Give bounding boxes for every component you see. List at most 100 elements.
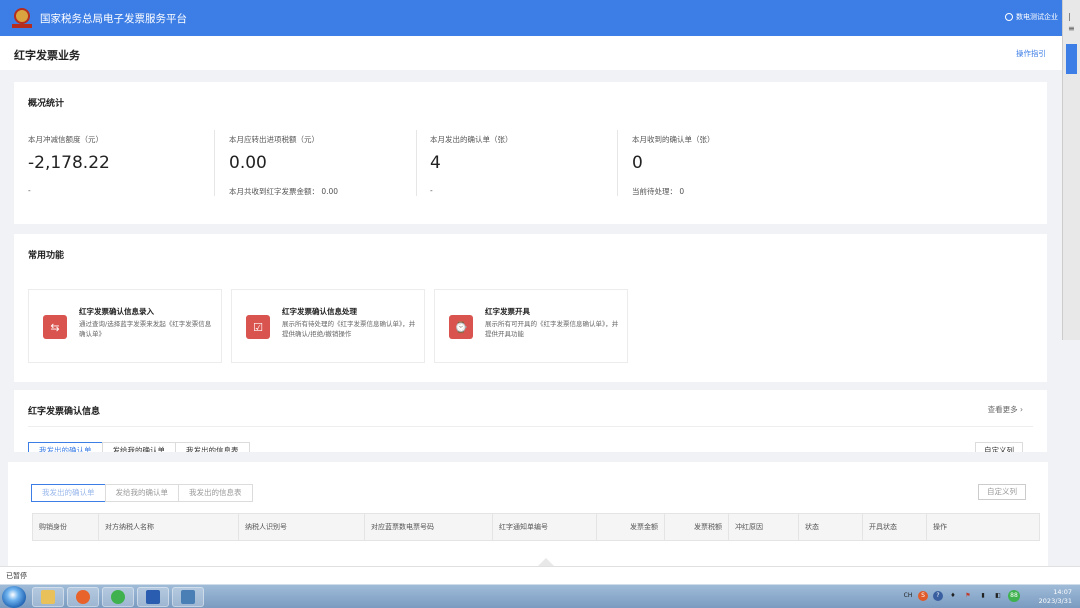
menu-icon[interactable]: ≡ [1068, 24, 1075, 33]
wechat-glyph [111, 590, 125, 604]
tab-sent-info-sheets[interactable]: 我发出的信息表 [175, 442, 250, 452]
function-desc: 通过查询/选择蓝字发票来发起《红字发票信息确认单》 [79, 320, 212, 338]
user-name: 数电测试企业 [1016, 13, 1058, 21]
stat-label: 本月冲减信额度（元） [28, 135, 103, 144]
confirmation-table-panel: 我发出的确认单 发给我的确认单 我发出的信息表 自定义列 购销身份 对方纳税人名… [8, 462, 1048, 566]
confirmation-tabs-duplicate: 我发出的确认单 发给我的确认单 我发出的信息表 [31, 484, 253, 502]
firefox-icon[interactable] [67, 587, 99, 607]
tax-bureau-logo [12, 8, 32, 28]
stat-value: 0.00 [229, 153, 267, 173]
start-button-icon[interactable] [2, 586, 26, 608]
function-card-entry[interactable]: ⇆ 红字发票确认信息录入 通过查询/选择蓝字发票来发起《红字发票信息确认单》 [28, 289, 222, 363]
sogou-icon[interactable]: S [918, 591, 928, 601]
overview-stats-card: 概况统计 本月冲减信额度（元） -2,178.22 - 本月应转出进项税额（元）… [14, 82, 1047, 224]
column-header: 操作 [933, 523, 947, 531]
stat-value: 0 [632, 153, 643, 173]
firefox-glyph [76, 590, 90, 604]
stat-note: - [28, 186, 31, 195]
column-header: 对应蓝票数电票号码 [365, 513, 493, 541]
viewer-glyph [181, 590, 195, 604]
wechat-icon[interactable] [102, 587, 134, 607]
column-header: 红字通知单编号 [493, 513, 597, 541]
operation-guide-link[interactable]: 操作指引 [1016, 48, 1046, 59]
image-viewer-icon[interactable] [172, 587, 204, 607]
word-icon[interactable] [137, 587, 169, 607]
scroll-up-marker [538, 558, 554, 566]
confirmation-title: 红字发票确认信息 [28, 407, 101, 417]
input-method-icon[interactable]: CH [903, 591, 913, 601]
custom-columns-button[interactable]: 自定义列 [975, 442, 1023, 452]
function-title: 红字发票开具 [485, 307, 530, 316]
document-check-icon: ☑ [246, 315, 270, 339]
view-more-link[interactable]: 查看更多 › [988, 404, 1023, 415]
column-header: 购销身份 [33, 513, 99, 541]
system-tray: CH S ? ♦ ⚑ ▮ ◧ 88 [903, 590, 1020, 602]
divider [28, 426, 1033, 427]
word-glyph [146, 590, 160, 604]
user-menu[interactable]: 数电测试企业 [1005, 12, 1058, 22]
tab-sent-confirmations[interactable]: 我发出的确认单 [31, 484, 106, 502]
function-title: 红字发票确认信息处理 [282, 307, 357, 316]
confirmation-info-card: 红字发票确认信息 查看更多 › 我发出的确认单 发给我的确认单 我发出的信息表 … [14, 390, 1047, 452]
column-header: 冲红原因 [729, 513, 799, 541]
file-explorer-icon[interactable] [32, 587, 64, 607]
tab-received-confirmations[interactable]: 发给我的确认单 [101, 442, 176, 452]
document-clock-icon: ⌚ [449, 315, 473, 339]
stat-credit-reduction: 本月冲减信额度（元） -2,178.22 [28, 134, 110, 173]
user-icon [1005, 13, 1013, 21]
table-header: 购销身份 对方纳税人名称 纳税人识别号 对应蓝票数电票号码 红字通知单编号 发票… [32, 513, 1040, 541]
system-clock[interactable]: 14:07 2023/3/31 [1039, 588, 1072, 606]
column-header: 纳税人识别号 [239, 513, 365, 541]
function-card-process[interactable]: ☑ 红字发票确认信息处理 展示所有待处理的《红字发票信息确认单》，并提供确认/拒… [231, 289, 425, 363]
function-card-issue[interactable]: ⌚ 红字发票开具 展示所有可开具的《红字发票信息确认单》，并提供开具功能 [434, 289, 628, 363]
folder-glyph [41, 590, 55, 604]
flag-icon[interactable]: ⚑ [963, 591, 973, 601]
function-desc: 展示所有可开具的《红字发票信息确认单》，并提供开具功能 [485, 320, 619, 338]
stat-label: 本月应转出进项税额（元） [229, 135, 319, 144]
stat-label: 本月发出的确认单（张） [430, 135, 513, 144]
column-header: 发票金额 [597, 513, 665, 541]
scrollbar-thumb[interactable] [1066, 44, 1077, 74]
stat-note: 当前待处理： 0 [632, 187, 685, 196]
stat-sent-confirmations: 本月发出的确认单（张） 4 [430, 134, 513, 173]
help-icon[interactable]: ? [933, 591, 943, 601]
clock-time: 14:07 [1053, 588, 1072, 596]
divider [617, 130, 618, 196]
tab-sent-confirmations[interactable]: 我发出的确认单 [28, 442, 103, 452]
scroll-mark: | [1068, 12, 1071, 21]
battery-icon[interactable]: ▮ [978, 591, 988, 601]
stat-note: - [430, 186, 433, 195]
stat-input-tax-transfer: 本月应转出进项税额（元） 0.00 [229, 134, 319, 173]
volume-icon[interactable]: ◧ [993, 591, 1003, 601]
stat-label: 本月收到的确认单（张） [632, 135, 715, 144]
platform-title: 国家税务总局电子发票服务平台 [40, 12, 187, 25]
browser-status-bar: 已暂停 [0, 566, 1080, 584]
column-header: 对方纳税人名称 [99, 513, 239, 541]
swap-arrows-icon: ⇆ [43, 315, 67, 339]
page-title: 红字发票业务 [14, 49, 80, 62]
column-header: 状态 [799, 513, 863, 541]
function-desc: 展示所有待处理的《红字发票信息确认单》，并提供确认/拒绝/撤销操作 [282, 320, 416, 338]
clock-date: 2023/3/31 [1038, 597, 1072, 605]
column-header: 开具状态 [863, 513, 927, 541]
tab-sent-info-sheets[interactable]: 我发出的信息表 [178, 484, 253, 502]
status-text: 已暂停 [6, 572, 27, 580]
network-icon[interactable]: ♦ [948, 591, 958, 601]
function-title: 红字发票确认信息录入 [79, 307, 154, 316]
confirmation-tabs: 我发出的确认单 发给我的确认单 我发出的信息表 [28, 442, 250, 452]
tab-received-confirmations[interactable]: 发给我的确认单 [104, 484, 179, 502]
column-header: 发票税额 [665, 513, 729, 541]
windows-taskbar: CH S ? ♦ ⚑ ▮ ◧ 88 14:07 2023/3/31 [0, 584, 1080, 608]
divider [214, 130, 215, 196]
page-scrollbar[interactable]: | ≡ [1062, 0, 1080, 340]
divider [416, 130, 417, 196]
security-badge-icon[interactable]: 88 [1008, 590, 1020, 602]
stat-value: -2,178.22 [28, 153, 110, 173]
stat-value: 4 [430, 153, 441, 173]
stat-note: 本月共收到红字发票金额： 0.00 [229, 187, 339, 196]
common-functions-card: 常用功能 ⇆ 红字发票确认信息录入 通过查询/选择蓝字发票来发起《红字发票信息确… [14, 234, 1047, 382]
page-header: 红字发票业务 操作指引 [0, 36, 1062, 70]
custom-columns-button[interactable]: 自定义列 [978, 484, 1026, 500]
stat-received-confirmations: 本月收到的确认单（张） 0 [632, 134, 715, 173]
stats-title: 概况统计 [28, 99, 65, 109]
